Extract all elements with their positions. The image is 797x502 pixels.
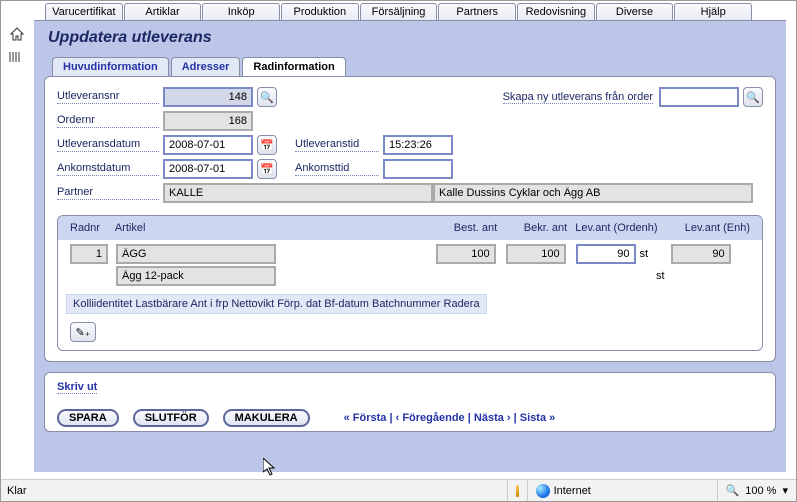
input-ankomstdatum[interactable] (163, 159, 253, 179)
spara-button[interactable]: SPARA (57, 409, 119, 427)
input-partner-name (433, 183, 753, 203)
search-icon[interactable]: 🔍 (257, 87, 277, 107)
status-text: Klar (1, 485, 507, 497)
table-row: st (58, 240, 762, 264)
input-skapa-order[interactable] (659, 87, 739, 107)
tab-inkop[interactable]: Inköp (202, 3, 280, 20)
security-icon (516, 485, 519, 497)
label-skapa: Skapa ny utleverans från order (503, 91, 653, 104)
cell-bestant (436, 244, 496, 264)
input-ordernr (163, 111, 253, 131)
col-artikel: Artikel (111, 220, 431, 236)
tab-radinformation[interactable]: Radinformation (242, 57, 345, 76)
col-levant-enh: Lev.ant (Enh) (666, 220, 754, 236)
zoom-icon[interactable]: 🔍 (726, 484, 740, 497)
unit-st: st (640, 248, 649, 260)
search-icon[interactable]: 🔍 (743, 87, 763, 107)
tab-varucertifikat[interactable]: Varucertifikat (45, 3, 123, 20)
pagination: « Första | ‹ Föregående | Nästa › | Sist… (344, 412, 556, 424)
menu-icon[interactable] (9, 51, 27, 66)
col-levant-ordenh: Lev.ant (Ordenh) (571, 220, 666, 236)
input-utleveransdatum[interactable] (163, 135, 253, 155)
zone-label: Internet (554, 485, 591, 497)
label-ankomsttid: Ankomsttid (295, 162, 379, 176)
home-icon[interactable] (9, 26, 27, 45)
page-title: Uppdatera utleverans (48, 29, 776, 47)
label-utleveransdatum: Utleveransdatum (57, 138, 159, 152)
tab-diverse[interactable]: Diverse (596, 3, 674, 20)
nav-nasta[interactable]: Nästa › (474, 412, 511, 424)
top-nav: Varucertifikat Artiklar Inköp Produktion… (1, 1, 796, 20)
label-utleveranstid: Utleveranstid (295, 138, 379, 152)
col-radnr: Radnr (66, 220, 111, 236)
cell-artikel-desc (116, 266, 276, 286)
calendar-icon[interactable]: 📅 (257, 159, 277, 179)
globe-icon (536, 484, 550, 498)
cell-levant-enh (671, 244, 731, 264)
cell-radnr (70, 244, 108, 264)
expand-tags[interactable]: Kolliidentitet Lastbärare Ant i frp Nett… (66, 294, 487, 314)
label-ankomstdatum: Ankomstdatum (57, 162, 159, 176)
nav-forsta[interactable]: « Första (344, 412, 387, 424)
tab-adresser[interactable]: Adresser (171, 57, 241, 76)
col-bestant: Best. ant (431, 220, 501, 236)
nav-foregaende[interactable]: ‹ Föregående (396, 412, 465, 424)
tab-partners[interactable]: Partners (438, 3, 516, 20)
input-utleveransnr[interactable] (163, 87, 253, 107)
zoom-level: 100 % (745, 485, 776, 497)
status-bar: Klar Internet 🔍 100 % ▾ (1, 479, 796, 501)
input-utleveranstid[interactable] (383, 135, 453, 155)
tab-forsaljning[interactable]: Försäljning (360, 3, 438, 20)
add-row-icon[interactable]: ✎₊ (70, 322, 96, 342)
cell-artikel (116, 244, 276, 264)
tab-huvudinformation[interactable]: Huvudinformation (52, 57, 169, 76)
label-partner: Partner (57, 186, 159, 200)
cell-levant[interactable] (576, 244, 636, 264)
tab-artiklar[interactable]: Artiklar (124, 3, 202, 20)
makulera-button[interactable]: MAKULERA (223, 409, 310, 427)
unit-st: st (656, 270, 665, 282)
input-partner-code (163, 183, 433, 203)
zoom-dropdown-icon[interactable]: ▾ (782, 484, 788, 497)
input-ankomsttid[interactable] (383, 159, 453, 179)
tab-hjalp[interactable]: Hjälp (674, 3, 752, 20)
cell-bekrant (506, 244, 566, 264)
col-bekrant: Bekr. ant (501, 220, 571, 236)
label-ordernr: Ordernr (57, 114, 159, 128)
label-utleveransnr: Utleveransnr (57, 90, 159, 104)
nav-sista[interactable]: Sista » (520, 412, 555, 424)
link-skrivut[interactable]: Skriv ut (57, 381, 97, 394)
calendar-icon[interactable]: 📅 (257, 135, 277, 155)
tab-redovisning[interactable]: Redovisning (517, 3, 595, 20)
tab-produktion[interactable]: Produktion (281, 3, 359, 20)
slutfor-button[interactable]: SLUTFÖR (133, 409, 209, 427)
